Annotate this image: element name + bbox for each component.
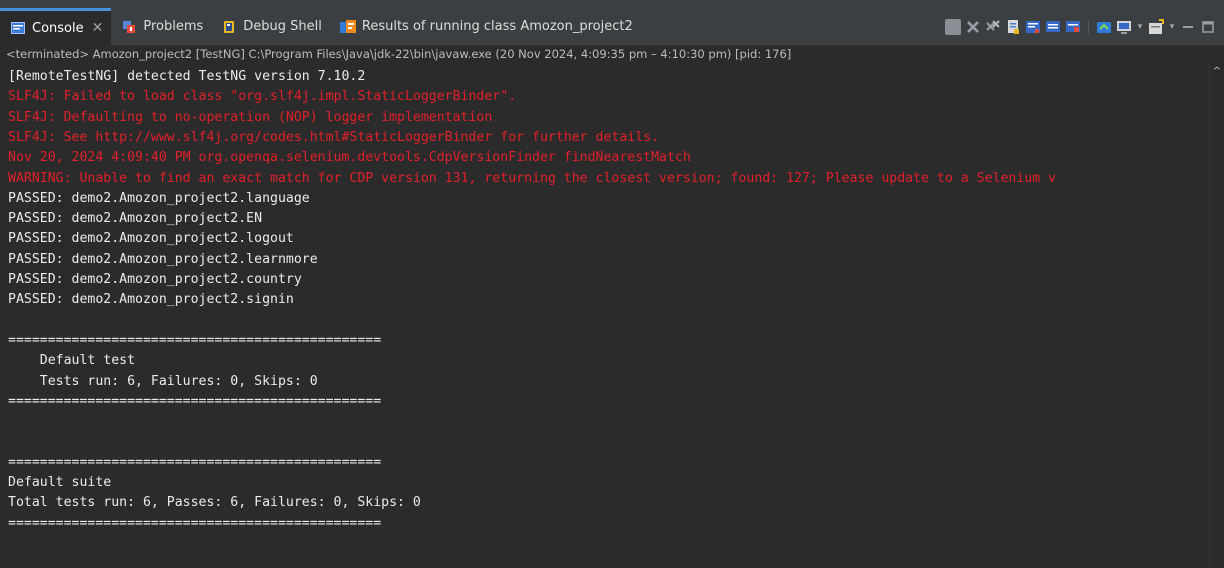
scroll-lock-icon[interactable]	[1005, 19, 1021, 35]
console-line: PASSED: demo2.Amozon_project2.language	[8, 190, 310, 206]
console-line: PASSED: demo2.Amozon_project2.country	[8, 272, 302, 287]
console-line: ========================================…	[8, 515, 382, 531]
tab-problems[interactable]: Problems	[111, 8, 211, 46]
chevron-down-icon[interactable]: ▾	[1168, 19, 1176, 35]
console-line: PASSED: demo2.Amozon_project2.EN	[8, 211, 263, 227]
console-line: Default test	[8, 353, 136, 369]
console-line: SLF4J: Failed to load class "org.slf4j.i…	[8, 89, 517, 105]
console-line: WARNING: Unable to find an exact match f…	[8, 170, 1057, 186]
console-toolbar: ▾ ▾	[945, 8, 1216, 46]
debug-shell-icon	[221, 19, 237, 35]
vertical-scrollbar[interactable]: ^	[1209, 63, 1224, 568]
console-line: PASSED: demo2.Amozon_project2.learnmore	[8, 251, 318, 267]
console-line: Tests run: 6, Failures: 0, Skips: 0	[8, 373, 318, 389]
terminate-icon[interactable]	[945, 19, 961, 35]
console-line: ========================================…	[8, 393, 382, 409]
chevron-down-icon[interactable]: ▾	[1136, 19, 1144, 35]
tab-debug-shell-label: Debug Shell	[243, 19, 322, 34]
tab-problems-label: Problems	[143, 19, 204, 34]
console-line: SLF4J: See http://www.slf4j.org/codes.ht…	[8, 129, 660, 145]
open-console-icon[interactable]	[1148, 19, 1164, 35]
console-line: [RemoteTestNG] detected TestNG version 7…	[8, 69, 366, 84]
tab-testng-results[interactable]: Results of running class Amozon_project2	[330, 8, 641, 46]
console-line: PASSED: demo2.Amozon_project2.logout	[8, 231, 294, 247]
tab-console[interactable]: Console ✕	[0, 7, 112, 46]
word-wrap-icon[interactable]	[1025, 19, 1041, 35]
toolbar-separator	[1088, 20, 1089, 34]
remove-all-terminated-icon[interactable]	[985, 19, 1001, 35]
console-output[interactable]: [RemoteTestNG] detected TestNG version 7…	[0, 63, 1210, 568]
tab-console-label: Console	[32, 20, 84, 36]
remove-launch-icon[interactable]	[965, 19, 981, 35]
maximize-icon[interactable]	[1200, 19, 1216, 35]
problems-icon	[121, 19, 137, 35]
console-icon	[10, 20, 26, 36]
display-selected-console-icon[interactable]	[1116, 19, 1132, 35]
tab-debug-shell[interactable]: Debug Shell	[211, 8, 330, 46]
show-stdout-icon[interactable]	[1045, 19, 1061, 35]
testng-results-icon	[339, 19, 356, 35]
tab-testng-results-label: Results of running class Amozon_project2	[361, 19, 633, 34]
minimize-icon[interactable]	[1180, 19, 1196, 35]
close-icon[interactable]: ✕	[92, 20, 104, 36]
console-line: Nov 20, 2024 4:09:40 PM org.openqa.selen…	[8, 150, 691, 166]
pin-console-icon[interactable]	[1096, 19, 1112, 35]
console-line: Total tests run: 6, Passes: 6, Failures:…	[8, 495, 421, 511]
launch-status-line: <terminated> Amozon_project2 [TestNG] C:…	[0, 47, 1224, 62]
console-line: ========================================…	[8, 454, 382, 470]
console-line: ========================================…	[8, 332, 382, 348]
console-line: Default suite	[8, 475, 112, 490]
show-stderr-icon[interactable]	[1065, 19, 1081, 35]
console-line: PASSED: demo2.Amozon_project2.signin	[8, 292, 294, 308]
console-line: SLF4J: Defaulting to no-operation (NOP) …	[8, 109, 493, 125]
scroll-up-icon[interactable]: ^	[1212, 67, 1222, 77]
